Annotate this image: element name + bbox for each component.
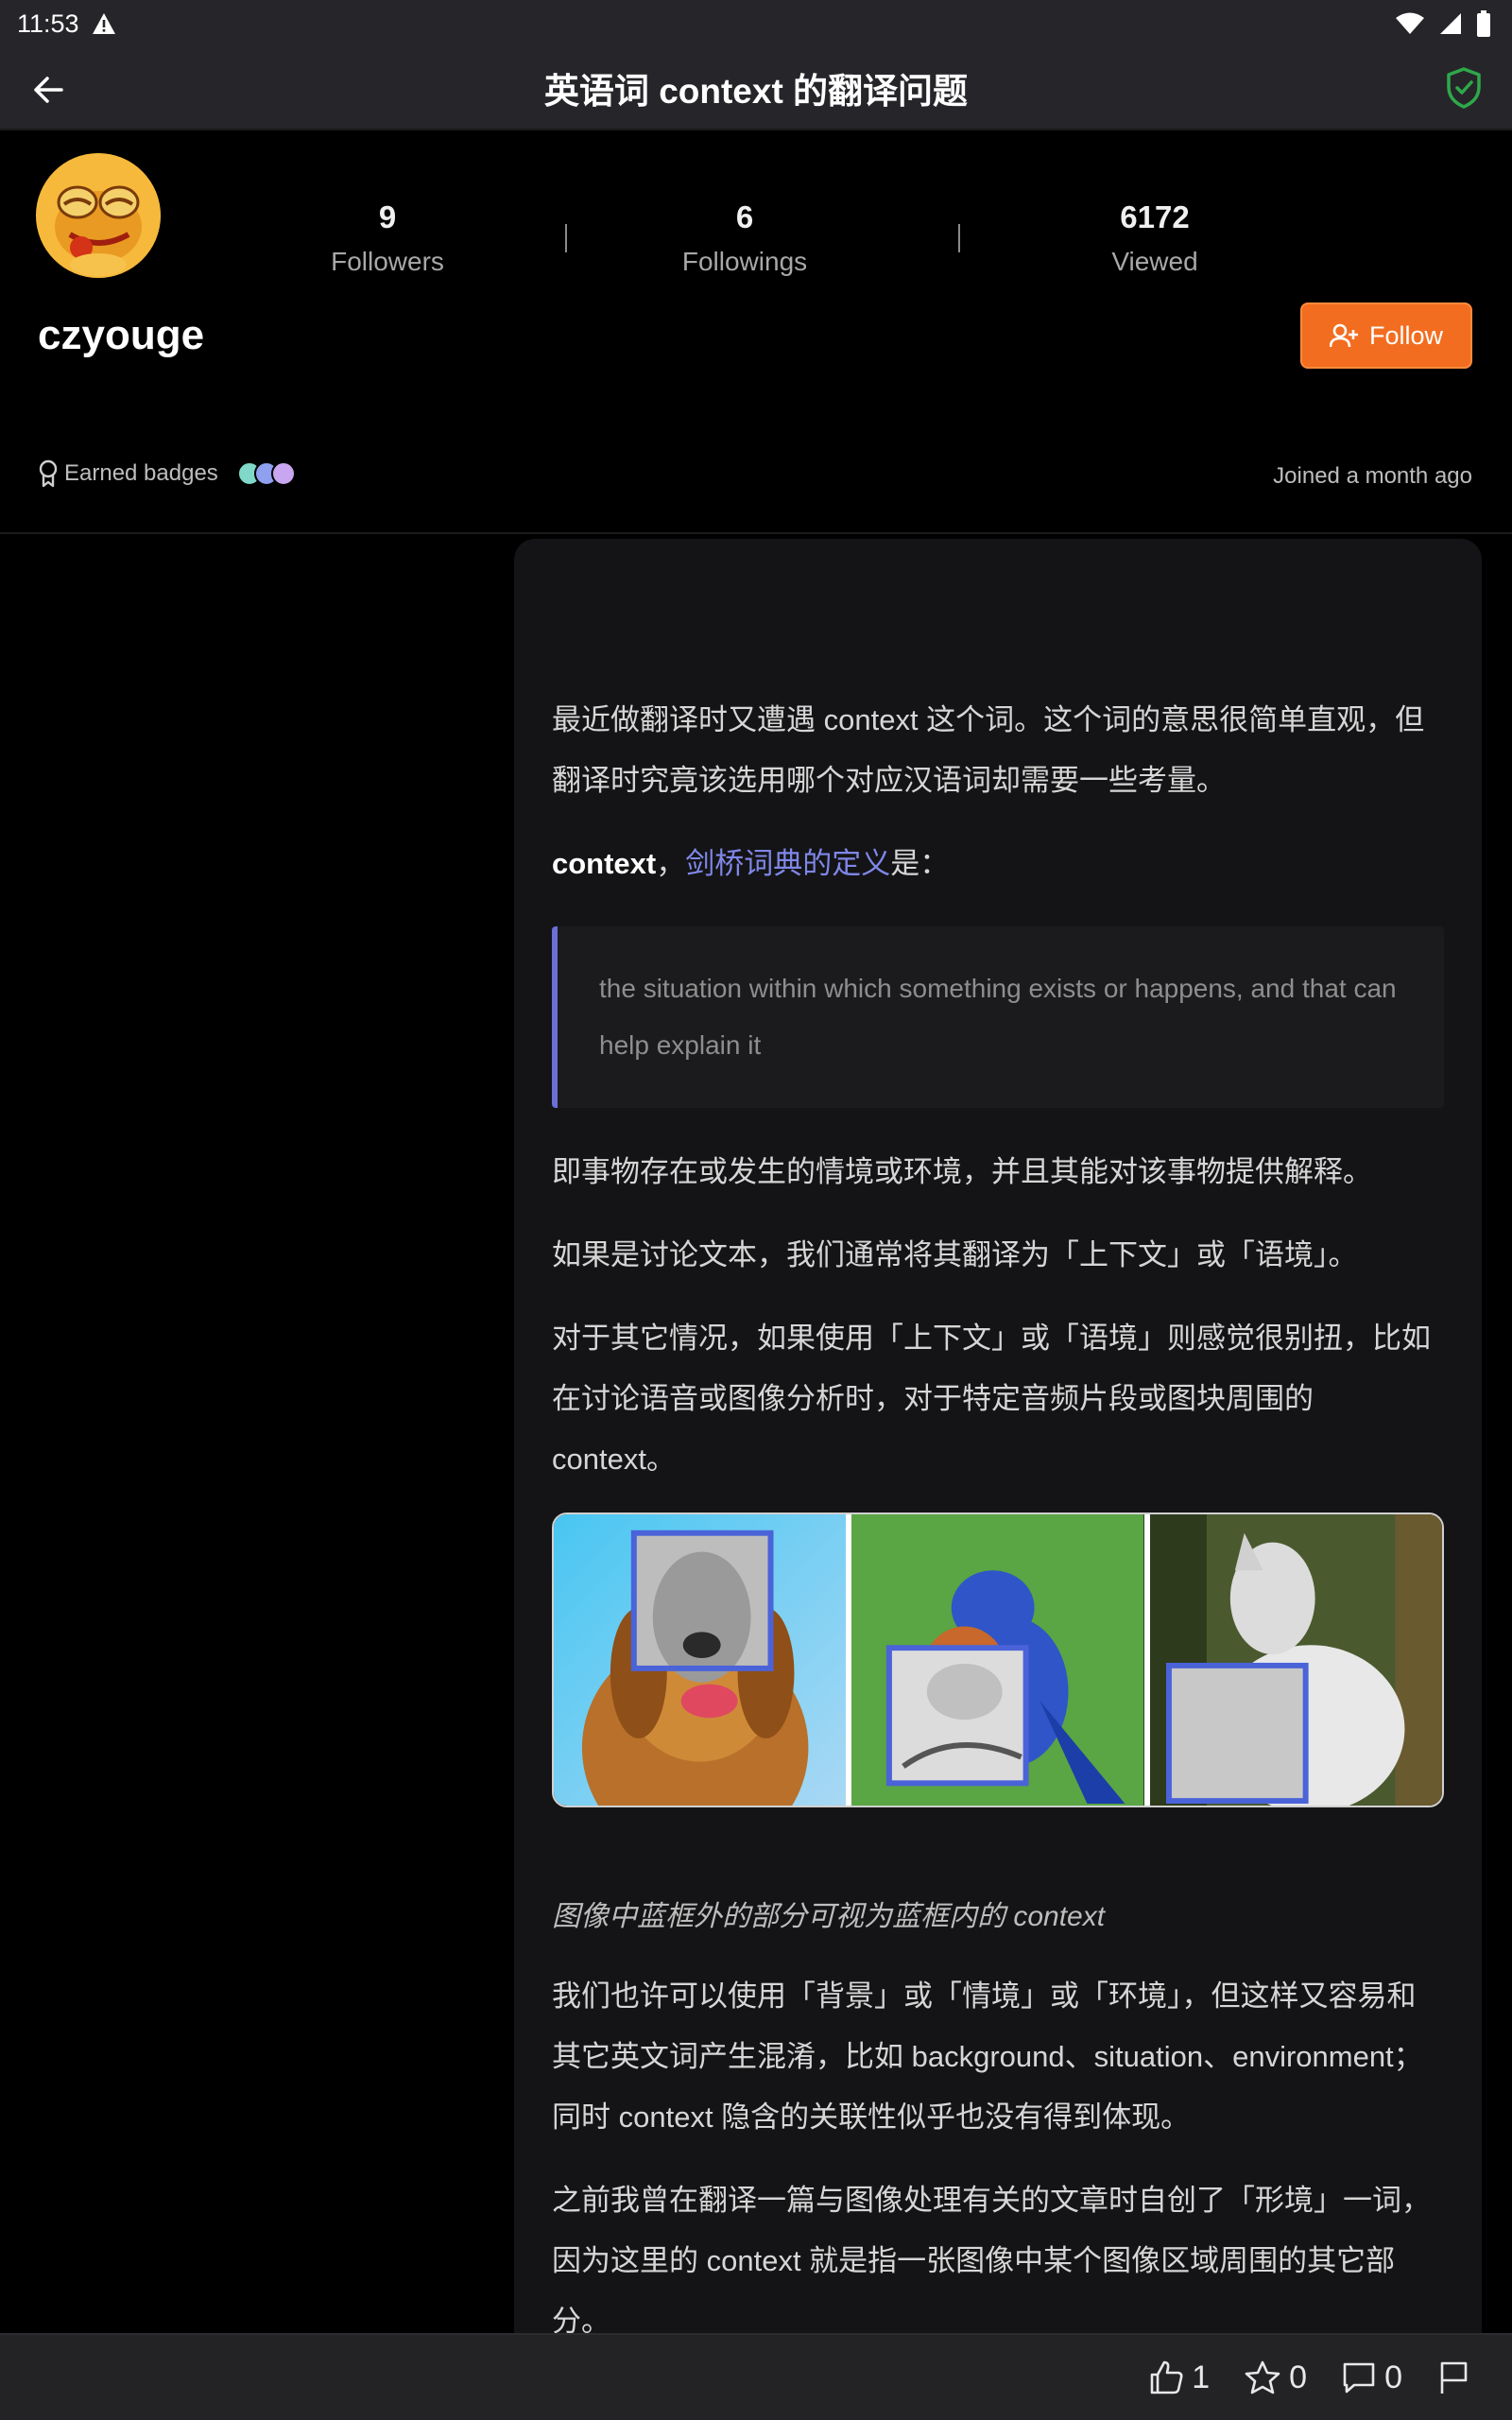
- arrow-left-icon: [34, 77, 63, 103]
- profile-header: 9 Followers 6 Followings 6172 Viewed czy…: [0, 132, 1512, 533]
- avatar[interactable]: [36, 153, 161, 278]
- back-button[interactable]: [25, 68, 72, 112]
- user-plus-icon: [1329, 323, 1358, 348]
- article-paragraph: 即事物存在或发生的情境或环境，并且其能对该事物提供解释。: [552, 1155, 1372, 1188]
- star-button[interactable]: 0: [1244, 2360, 1307, 2396]
- flag-icon: [1440, 2361, 1468, 2394]
- viewed-label: Viewed: [1111, 247, 1198, 276]
- comment-count: 0: [1384, 2359, 1402, 2395]
- joined-date: Joined a month ago: [1273, 463, 1472, 489]
- followings-label: Followings: [681, 247, 808, 276]
- page-title: 英语词 context 的翻译问题: [543, 72, 969, 111]
- cellular-icon: [1440, 13, 1461, 34]
- star-icon: [1245, 2360, 1280, 2394]
- article-card: 最近做翻译时又遭遇 context 这个词。这个词的意思很简单直观，但翻译时究竟…: [514, 539, 1482, 2335]
- term-context: context: [552, 847, 657, 880]
- followers-label: Followers: [331, 247, 444, 276]
- cambridge-dictionary-link[interactable]: 剑桥词典的定义: [685, 847, 890, 880]
- status-bar: 11:53: [0, 0, 1512, 47]
- follow-label: Follow: [1368, 320, 1444, 350]
- definition-tail: 是：: [890, 847, 950, 880]
- badge-icon: [270, 461, 296, 486]
- definition-quote: the situation within which something exi…: [552, 926, 1444, 1108]
- comment-icon: [1343, 2362, 1375, 2394]
- battery-icon: [1477, 10, 1490, 37]
- bottom-action-bar: 1 0 0: [0, 2333, 1512, 2420]
- article-paragraph: 最近做翻译时又遭遇 context 这个词。这个词的意思很简单直观，但翻译时究竟…: [552, 703, 1425, 797]
- frog-avatar-image: [36, 153, 161, 278]
- username: czyouge: [38, 312, 205, 358]
- shield-check-icon: [1447, 67, 1481, 109]
- stat-viewed: 6172 Viewed: [1032, 199, 1278, 277]
- follow-button[interactable]: Follow: [1300, 302, 1472, 369]
- stat-followings[interactable]: 6 Followings: [603, 199, 886, 277]
- article-paragraph: 对于其它情况，如果使用「上下文」或「语境」则感觉很别扭，比如在讨论语音或图像分析…: [552, 1322, 1431, 1476]
- warning-icon: [92, 13, 115, 34]
- context-figure[interactable]: [552, 1512, 1444, 1807]
- comment-button[interactable]: 0: [1341, 2360, 1402, 2396]
- earned-badges[interactable]: Earned badges: [38, 459, 296, 488]
- app-bar: 英语词 context 的翻译问题: [0, 47, 1512, 130]
- report-button[interactable]: [1436, 2360, 1470, 2395]
- bird-image: [846, 1514, 1144, 1806]
- viewed-count: 6172: [1120, 199, 1190, 234]
- status-time: 11:53: [17, 9, 79, 38]
- earned-badges-label: Earned badges: [64, 460, 218, 486]
- definition-intro: context，剑桥词典的定义是：: [552, 834, 1444, 894]
- wifi-icon: [1396, 12, 1424, 34]
- quote-text: the situation within which something exi…: [599, 974, 1397, 1060]
- wolf-image: [1143, 1514, 1442, 1806]
- dog-image: [554, 1514, 847, 1806]
- stat-followers[interactable]: 9 Followers: [246, 199, 529, 277]
- article-paragraph: 如果是讨论文本，我们通常将其翻译为「上下文」或「语境」。: [552, 1238, 1358, 1271]
- badge-ribbon-icon: [39, 459, 58, 488]
- star-count: 0: [1289, 2359, 1308, 2395]
- article-paragraph: 我们也许可以使用「背景」或「情境」或「环境」，但这样又容易和其它英文词产生混淆，…: [552, 1979, 1423, 2134]
- badge-list: [236, 461, 296, 486]
- comma: ，: [656, 847, 686, 880]
- profile-stats: 9 Followers 6 Followings 6172 Viewed: [246, 191, 1342, 285]
- stat-divider: [565, 224, 567, 252]
- like-count: 1: [1192, 2359, 1211, 2395]
- security-shield-button[interactable]: [1440, 64, 1487, 112]
- thumbs-up-icon: [1150, 2360, 1183, 2394]
- section-divider: [0, 532, 1512, 534]
- followers-count: 9: [378, 199, 397, 234]
- article-paragraph: 之前我曾在翻译一篇与图像处理有关的文章时自创了「形境」一词，因为这里的 cont…: [552, 2184, 1431, 2335]
- like-button[interactable]: 1: [1148, 2360, 1210, 2396]
- figure-caption: 图像中蓝框外的部分可视为蓝框内的 context: [552, 1901, 1106, 1932]
- followings-count: 6: [735, 199, 754, 234]
- stat-divider: [958, 224, 960, 252]
